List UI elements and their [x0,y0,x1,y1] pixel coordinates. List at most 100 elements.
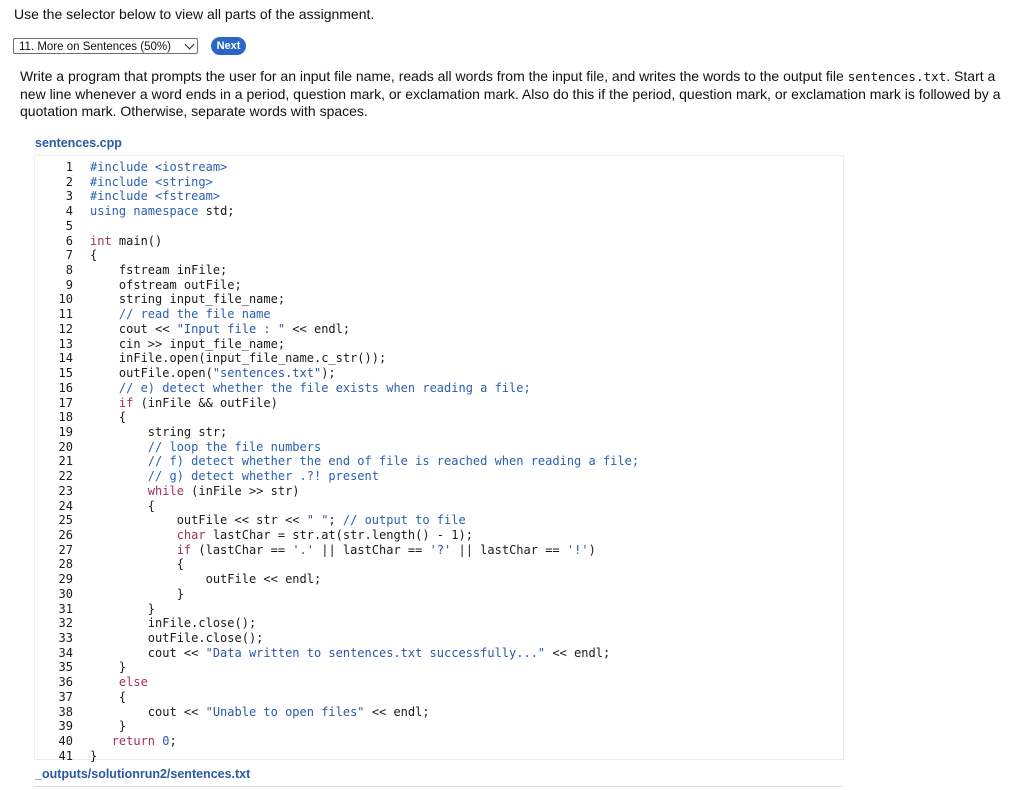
code-line: 31 } [35,602,835,617]
line-number: 10 [58,292,73,307]
code-line: 22 // g) detect whether .?! present [35,469,835,484]
code-text: { [90,689,127,704]
code-text: ofstream outFile; [90,277,242,292]
code-text: outFile << endl; [90,572,322,587]
code-text: } [90,660,127,675]
code-text: using namespace std; [90,204,235,219]
code-text: string str; [90,424,228,439]
line-number: 27 [58,542,73,557]
code-line: 20 // loop the file numbers [35,440,835,455]
line-number: 8 [65,263,73,278]
code-text: if (inFile && outFile) [118,395,278,410]
code-text: cout << "Data written to sentences.txt s… [90,645,611,660]
part-selector[interactable]: 11. More on Sentences (50%) [13,38,198,54]
line-number: 14 [58,351,73,366]
line-number: 25 [58,513,73,528]
line-number: 1 [65,160,73,174]
line-number: 41 [58,748,73,763]
code-text: inFile.open(input_file_name.c_str()); [90,351,387,366]
code-text: } [90,748,98,763]
code-text: cin >> input_file_name; [90,336,286,351]
code-line: 12 cout << "Input file : " << endl; [35,322,835,337]
code-line: 37 { [35,690,835,705]
code-line: 32 inFile.close(); [35,616,835,631]
code-line: 1 #include <iostream> [35,160,835,175]
code-text: { [90,248,98,263]
code-line: 11 // read the file name [35,307,835,322]
line-number: 34 [58,645,73,660]
code-line: 27 if (lastChar == '.' || lastChar == '?… [35,543,835,558]
code-line: 38 cout << "Unable to open files" << end… [35,705,835,720]
assignment-description: Write a program that prompts the user fo… [20,68,1020,121]
code-text: else [118,675,148,690]
code-line: 3 #include <fstream> [35,189,835,204]
code-line: 10 string input_file_name; [35,292,835,307]
line-number: 12 [58,321,73,336]
code-text: { [90,410,127,425]
code-line: 15 outFile.open("sentences.txt"); [35,366,835,381]
line-number: 13 [58,336,73,351]
code-text: cout << "Input file : " << endl; [90,321,351,336]
code-text: int main() [90,233,163,248]
line-number: 30 [58,586,73,601]
output-filename-code: sentences.txt [847,69,947,84]
instructions-text: Use the selector below to view all parts… [14,6,375,22]
line-number: 11 [58,307,73,322]
code-line: 30 } [35,587,835,602]
code-line: 7{ [35,248,835,263]
code-text: #include <iostream> [90,160,228,174]
code-line: 25 outFile << str << " "; // output to f… [35,513,835,528]
code-text: inFile.close(); [90,616,257,631]
line-number: 17 [58,395,73,410]
code-text: return 0; [111,734,177,749]
code-line: 19 string str; [35,425,835,440]
code-line: 14 inFile.open(input_file_name.c_str()); [35,351,835,366]
code-text: // e) detect whether the file exists whe… [118,380,531,395]
output-file-link[interactable]: _outputs/solutionrun2/sentences.txt [35,767,250,781]
part-selector-value: 11. More on Sentences (50%) [19,41,171,53]
code-text: fstream inFile; [90,263,228,278]
line-number: 16 [58,380,73,395]
next-button[interactable]: Next [211,37,246,55]
source-file-name: sentences.cpp [35,136,122,150]
code-text: cout << "Unable to open files" << endl; [90,704,430,719]
line-number: 38 [58,704,73,719]
line-number: 9 [65,277,73,292]
code-text: outFile.open("sentences.txt"); [90,366,336,381]
chevron-down-icon [184,39,195,50]
line-number: 40 [58,734,73,749]
divider [34,786,842,787]
line-number: 5 [65,218,73,233]
code-line: 39 } [35,719,835,734]
description-part1: Write a program that prompts the user fo… [20,68,848,84]
code-line: 28 { [35,557,835,572]
code-line: 18 { [35,410,835,425]
line-number: 37 [58,689,73,704]
code-text: outFile.close(); [90,631,264,646]
code-text: while (inFile >> str) [147,483,300,498]
code-text: } [90,586,184,601]
code-text: #include <fstream> [90,189,221,204]
line-number: 31 [58,601,73,616]
line-number: 35 [58,660,73,675]
line-number: 26 [58,528,73,542]
code-text: char lastChar = str.at(str.length() - 1)… [176,528,473,542]
line-number: 2 [65,174,73,189]
line-number: 29 [58,572,73,587]
code-text: } [90,719,127,734]
code-line: 41} [35,749,835,764]
code-line: 23 while (inFile >> str) [35,484,835,499]
code-line: 24 { [35,499,835,514]
code-text: { [90,498,156,513]
code-text: // g) detect whether .?! present [147,469,379,484]
code-line: 34 cout << "Data written to sentences.tx… [35,646,835,661]
line-number: 7 [65,248,73,263]
line-number: 6 [65,233,73,248]
code-text: #include <string> [90,174,213,189]
line-number: 23 [58,483,73,498]
code-line: 29 outFile << endl; [35,572,835,587]
code-line: 26 char lastChar = str.at(str.length() -… [35,528,835,543]
code-text: outFile << str << " "; // output to file [90,513,466,528]
line-number: 18 [58,410,73,425]
line-number: 15 [58,366,73,381]
